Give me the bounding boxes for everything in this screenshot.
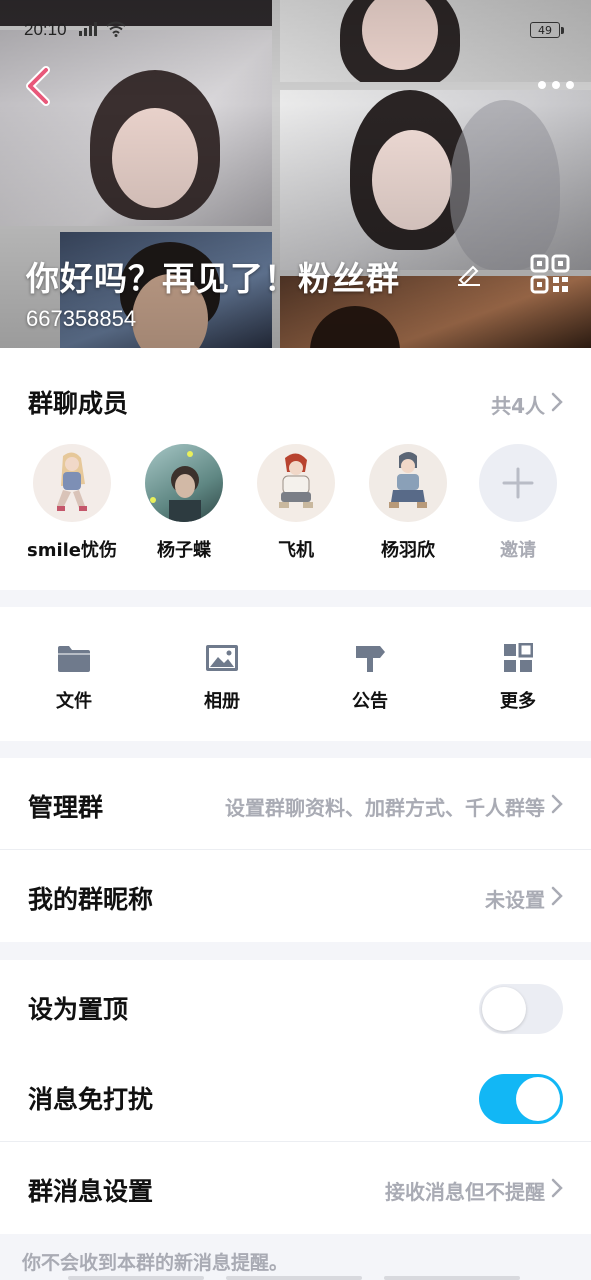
do-not-disturb-label: 消息免打扰 bbox=[28, 1085, 154, 1114]
qr-code-icon bbox=[530, 254, 570, 294]
nav-indicator bbox=[68, 1276, 204, 1280]
toggle-knob bbox=[516, 1077, 560, 1121]
dot-icon bbox=[552, 81, 560, 89]
chevron-left-icon bbox=[26, 66, 50, 106]
member-name: smile忧伤 bbox=[26, 540, 118, 561]
folder-icon bbox=[58, 646, 90, 672]
more-tools-label: 更多 bbox=[500, 691, 536, 712]
pin-to-top-toggle[interactable] bbox=[479, 984, 563, 1034]
member-illustration bbox=[389, 452, 427, 508]
album-button[interactable]: 相册 bbox=[162, 643, 282, 713]
chevron-right-icon bbox=[551, 886, 563, 906]
mute-footer-note: 你不会收到本群的新消息提醒。 bbox=[22, 1252, 289, 1274]
grid-icon bbox=[504, 643, 533, 672]
member-item[interactable]: 杨羽欣 bbox=[352, 444, 464, 562]
album-label: 相册 bbox=[204, 691, 240, 712]
more-tools-button[interactable]: 更多 bbox=[458, 643, 578, 713]
invite-label: 邀请 bbox=[500, 540, 536, 561]
manage-group-row[interactable]: 管理群 设置群聊资料、加群方式、千人群等 bbox=[0, 758, 591, 850]
members-card: 群聊成员 共4人 smile忧伤 杨子蝶 飞机 杨羽欣 邀请 bbox=[0, 348, 591, 590]
back-button[interactable] bbox=[22, 64, 58, 108]
group-name: 你好吗？再见了！粉丝群 bbox=[26, 259, 400, 298]
member-name: 杨子蝶 bbox=[157, 540, 211, 561]
chevron-right-icon bbox=[551, 392, 563, 412]
pin-to-top-label: 设为置顶 bbox=[28, 995, 129, 1024]
battery-indicator: 49 bbox=[530, 22, 564, 38]
dot-icon bbox=[566, 81, 574, 89]
nav-indicator bbox=[384, 1276, 520, 1280]
manage-card: 管理群 设置群聊资料、加群方式、千人群等 我的群昵称 未设置 bbox=[0, 758, 591, 942]
chat-settings-card: 设为置顶 消息免打扰 群消息设置 接收消息但不提醒 bbox=[0, 960, 591, 1234]
avatar bbox=[33, 444, 111, 522]
avatar bbox=[145, 444, 223, 522]
signpost-icon bbox=[356, 646, 385, 672]
group-message-settings-row[interactable]: 群消息设置 接收消息但不提醒 bbox=[0, 1142, 591, 1234]
do-not-disturb-toggle[interactable] bbox=[479, 1074, 563, 1124]
my-nickname-label: 我的群昵称 bbox=[28, 885, 154, 914]
member-illustration bbox=[279, 453, 313, 508]
members-title: 群聊成员 bbox=[28, 389, 129, 418]
image-icon bbox=[206, 645, 238, 671]
chevron-right-icon bbox=[551, 794, 563, 814]
invite-member-button[interactable]: 邀请 bbox=[462, 444, 574, 562]
member-item[interactable]: 飞机 bbox=[240, 444, 352, 562]
member-illustration bbox=[57, 452, 87, 511]
group-tools-card: 文件 相册 公告 更多 bbox=[0, 607, 591, 741]
member-photo bbox=[150, 451, 201, 522]
group-header-banner: 20:10 49 你好吗？再见了！粉丝群 667358854 bbox=[0, 0, 591, 348]
member-item[interactable]: smile忧伤 bbox=[16, 444, 128, 562]
pin-to-top-row: 设为置顶 bbox=[0, 960, 591, 1052]
chevron-right-icon bbox=[551, 1178, 563, 1198]
my-nickname-row[interactable]: 我的群昵称 未设置 bbox=[0, 850, 591, 942]
member-name: 杨羽欣 bbox=[381, 540, 435, 561]
status-time: 20:10 bbox=[24, 20, 67, 39]
nav-indicator bbox=[226, 1276, 362, 1280]
member-item[interactable]: 杨子蝶 bbox=[128, 444, 240, 562]
plus-icon bbox=[502, 467, 534, 499]
wifi-icon bbox=[106, 21, 126, 37]
member-name: 飞机 bbox=[278, 540, 314, 561]
member-count[interactable]: 共4人 bbox=[491, 390, 545, 419]
invite-avatar bbox=[479, 444, 557, 522]
files-label: 文件 bbox=[56, 691, 92, 712]
more-options-button[interactable] bbox=[532, 72, 580, 96]
avatar bbox=[257, 444, 335, 522]
status-bar: 20:10 49 bbox=[0, 0, 591, 60]
signal-icon bbox=[79, 22, 97, 36]
qr-code-button[interactable] bbox=[530, 254, 570, 294]
avatar bbox=[369, 444, 447, 522]
do-not-disturb-row: 消息免打扰 bbox=[0, 1050, 591, 1142]
toggle-knob bbox=[482, 987, 526, 1031]
my-nickname-value: 未设置 bbox=[485, 888, 545, 912]
manage-group-hint: 设置群聊资料、加群方式、千人群等 bbox=[225, 796, 545, 820]
group-message-settings-label: 群消息设置 bbox=[28, 1177, 154, 1206]
manage-group-label: 管理群 bbox=[28, 793, 104, 822]
announcement-label: 公告 bbox=[352, 691, 388, 712]
files-button[interactable]: 文件 bbox=[14, 643, 134, 713]
dot-icon bbox=[538, 81, 546, 89]
edit-pencil-icon[interactable] bbox=[456, 262, 482, 286]
group-message-settings-value: 接收消息但不提醒 bbox=[385, 1180, 545, 1204]
announcement-button[interactable]: 公告 bbox=[310, 643, 430, 713]
group-id: 667358854 bbox=[26, 306, 137, 331]
